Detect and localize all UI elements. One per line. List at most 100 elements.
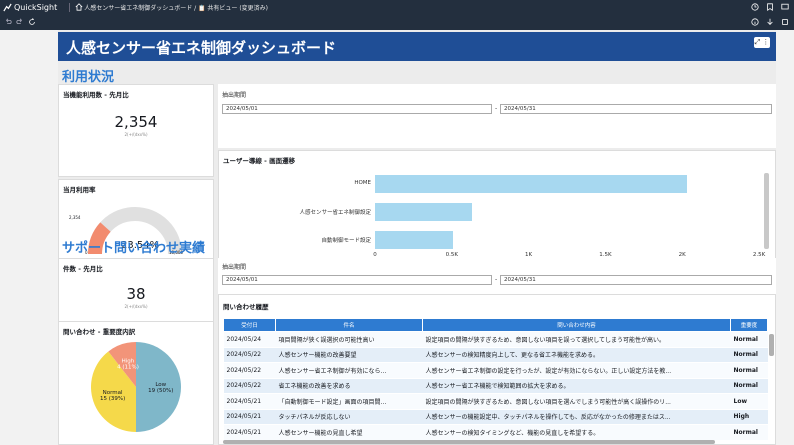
bar[interactable]: [375, 231, 454, 249]
column-header[interactable]: 受付日: [223, 318, 276, 332]
subject-cell: 項目間隔が狭く誤選択の可能性高い: [275, 331, 423, 348]
date-cell: 2024/05/21: [223, 409, 276, 425]
bar-category-label: HOME: [354, 180, 371, 186]
usage-kpi-title: 当機能利用数 - 先月比: [63, 91, 129, 99]
usage-period-label: 抽出期間: [222, 92, 247, 99]
content-cell: 設定項目の間隔が狭すぎるため、意図しない項目を誤って選択してしまう可能性が高い。: [422, 331, 731, 348]
usage-rate-title: 当月利用率: [63, 186, 96, 194]
dashboard-sheet: 人感センサー省エネ制御ダッシュボード ⤢ ⋮ 利用状況 当機能利用数 - 先月比…: [58, 30, 776, 445]
app-header: QuickSight 人感センサー省エネ制御ダッシュボード / 📋 共有ビュー …: [0, 0, 794, 14]
usage-date-from-input[interactable]: 2024/05/01: [222, 104, 492, 114]
priority-cell: Normal: [730, 331, 768, 348]
table-row[interactable]: 2024/05/21 「自動制御モード設定」画面の項目間... 設定項目の間隔が狭す…: [223, 393, 768, 410]
expand-icon[interactable]: ⤢ ⋮: [754, 37, 770, 48]
support-section-title: サポート問い合わせ実績: [62, 241, 206, 256]
comment-icon[interactable]: [780, 2, 790, 12]
table-row[interactable]: 2024/05/24 項目間隔が狭く誤選択の可能性高い 設定項目の間隔が狭すぎるため…: [223, 331, 768, 348]
subject-cell: 人感センサー機能の見直し希望: [275, 424, 423, 441]
date-separator: -: [495, 276, 498, 283]
support-date-to-input[interactable]: 2024/05/31: [500, 275, 772, 285]
date-cell: 2024/05/21: [223, 424, 276, 441]
support-kpi-value: 38: [126, 285, 146, 303]
priority-cell: High: [730, 409, 768, 425]
date-cell: 2024/05/22: [223, 378, 276, 394]
subject-cell: 省エネ機能の改善を求める: [275, 378, 423, 394]
date-cell: 2024/05/22: [223, 347, 276, 363]
bar[interactable]: [375, 203, 472, 221]
inquiry-table: 受付日 件名 問い合わせ内容 重要度 2024/05/24 項目間隔が狭く誤選択の可能性…: [223, 318, 768, 441]
table-row[interactable]: 2024/05/22 人感センサー省エネ制御が有効になら... 人感センサー省エネ制…: [223, 362, 768, 379]
home-icon[interactable]: [74, 2, 84, 12]
date-separator: -: [495, 105, 498, 112]
pie-slice-label: 19 (50%): [148, 388, 173, 394]
severity-pie-card[interactable]: 問い合わせ - 重要度内訳 Low 19 (50%) Normal 15 (39%) H…: [58, 321, 214, 445]
subject-cell: タッチパネルが反応しない: [275, 409, 423, 425]
table-row[interactable]: 2024/05/22 省エネ機能の改善を求める 人感センサー省エネ機能で検知範囲の拡…: [223, 378, 768, 394]
support-kpi-subtext: 2(+/(dxx%): [124, 304, 148, 309]
pie-slice-label: 15 (39%): [100, 396, 125, 402]
undo-icon[interactable]: [3, 17, 13, 27]
date-cell: 2024/05/24: [223, 331, 276, 348]
support-kpi-title: 件数 - 先月比: [63, 265, 103, 273]
table-row[interactable]: 2024/05/21 タッチパネルが反応しない 人感センサーの機能設定中、タッチパネ…: [223, 409, 768, 425]
support-period-label: 抽出期間: [222, 264, 247, 271]
quicksight-logo-icon: [0, 0, 14, 14]
content-cell: 人感センサー省エネ機能で検知範囲の拡大を求める。: [422, 378, 731, 394]
support-period-control: 抽出期間 2024/05/01 - 2024/05/31: [218, 258, 776, 294]
table-horizontal-scrollbar[interactable]: [223, 440, 715, 444]
bar-category-label: 自動制御モード設定: [321, 238, 371, 244]
content-cell: 設定項目の間隔が狭すぎるため、意図しない項目を選んでしまう可能性が高く誤操作のリ…: [422, 393, 731, 410]
clock-icon[interactable]: [750, 2, 760, 12]
inquiry-history-title: 問い合わせ履歴: [223, 303, 269, 311]
bookmark-icon[interactable]: [765, 2, 775, 12]
dashboard-title: 人感センサー省エネ制御ダッシュボード: [66, 39, 337, 57]
date-cell: 2024/05/22: [223, 362, 276, 379]
priority-cell: Normal: [730, 424, 768, 441]
content-cell: 人感センサーの検知精度向上して、更なる省エネ機能を求める。: [422, 347, 731, 363]
priority-cell: Normal: [730, 378, 768, 394]
divider: [69, 2, 71, 12]
subject-cell: 人感センサー機能の改善要望: [275, 347, 423, 363]
usage-kpi-card[interactable]: 当機能利用数 - 先月比 2,354 2(+/(dxx%): [58, 84, 214, 177]
severity-pie-title: 問い合わせ - 重要度内訳: [63, 328, 136, 336]
date-cell: 2024/05/21: [223, 393, 276, 410]
bar[interactable]: [375, 175, 687, 193]
app-brand[interactable]: QuickSight: [14, 3, 57, 12]
usage-kpi-subtext: 2(+/(dxx%): [124, 132, 148, 137]
table-row[interactable]: 2024/05/21 人感センサー機能の見直し希望 人感センサーの検知タイミングなど…: [223, 424, 768, 441]
user-flow-chart-card[interactable]: ユーザー導線 - 画面遷移 HOME 人感センサー省エネ制御設定 自動制御モード設定…: [218, 150, 776, 262]
inquiry-history-card[interactable]: 問い合わせ履歴 受付日 件名 問い合わせ内容 重要度 2024/05/24 項目間隔が狭…: [218, 294, 776, 445]
priority-cell: Normal: [730, 362, 768, 379]
severity-pie-chart: Low19 (50%)Normal15 (39%)High4 (11%): [90, 342, 181, 432]
subject-cell: 「自動制御モード設定」画面の項目間...: [275, 393, 423, 410]
column-header[interactable]: 問い合わせ内容: [422, 318, 731, 332]
share-icon[interactable]: [780, 17, 790, 27]
content-cell: 人感センサー省エネ制御の設定を行ったが、設定が有効にならない。正しい設定方法を教…: [422, 362, 731, 379]
table-body: 2024/05/24 項目間隔が狭く誤選択の可能性高い 設定項目の間隔が狭すぎるため…: [223, 331, 768, 441]
content-cell: 人感センサーの検知タイミングなど、機能の見直しを希望する。: [422, 424, 731, 441]
support-date-from-input[interactable]: 2024/05/01: [222, 275, 492, 285]
usage-period-control: 抽出期間 2024/05/01 - 2024/05/31: [218, 84, 776, 148]
redo-icon[interactable]: [15, 17, 25, 27]
pie-slice-label: 4 (11%): [117, 365, 139, 371]
table-header-row: 受付日 件名 問い合わせ内容 重要度: [223, 318, 768, 332]
bar-category-label: 人感センサー省エネ制御設定: [299, 210, 371, 216]
dashboard-banner: 人感センサー省エネ制御ダッシュボード ⤢ ⋮: [58, 32, 776, 61]
toolbar: [0, 14, 794, 30]
table-vertical-scrollbar[interactable]: [769, 334, 774, 356]
usage-section-title: 利用状況: [62, 70, 115, 85]
download-icon[interactable]: [765, 17, 775, 27]
info-icon[interactable]: [750, 17, 760, 27]
usage-kpi-value: 2,354: [114, 113, 158, 131]
column-header[interactable]: 件名: [275, 318, 423, 332]
content-cell: 人感センサーの機能設定中、タッチパネルを操作しても、反応がなかったの修理またはス…: [422, 409, 731, 425]
table-row[interactable]: 2024/05/22 人感センサー機能の改善要望 人感センサーの検知精度向上して、更…: [223, 347, 768, 363]
subject-cell: 人感センサー省エネ制御が有効になら...: [275, 362, 423, 379]
reset-icon[interactable]: [27, 17, 37, 27]
user-flow-chart: HOME 人感センサー省エネ制御設定 自動制御モード設定 0 0.5K 1K 1.5K 2K 2…: [219, 151, 777, 263]
usage-date-to-input[interactable]: 2024/05/31: [500, 104, 772, 114]
chart-scrollbar[interactable]: [764, 173, 769, 249]
gauge-current-label: 2,354: [69, 215, 81, 220]
priority-cell: Low: [730, 393, 768, 410]
column-header[interactable]: 重要度: [730, 318, 768, 332]
